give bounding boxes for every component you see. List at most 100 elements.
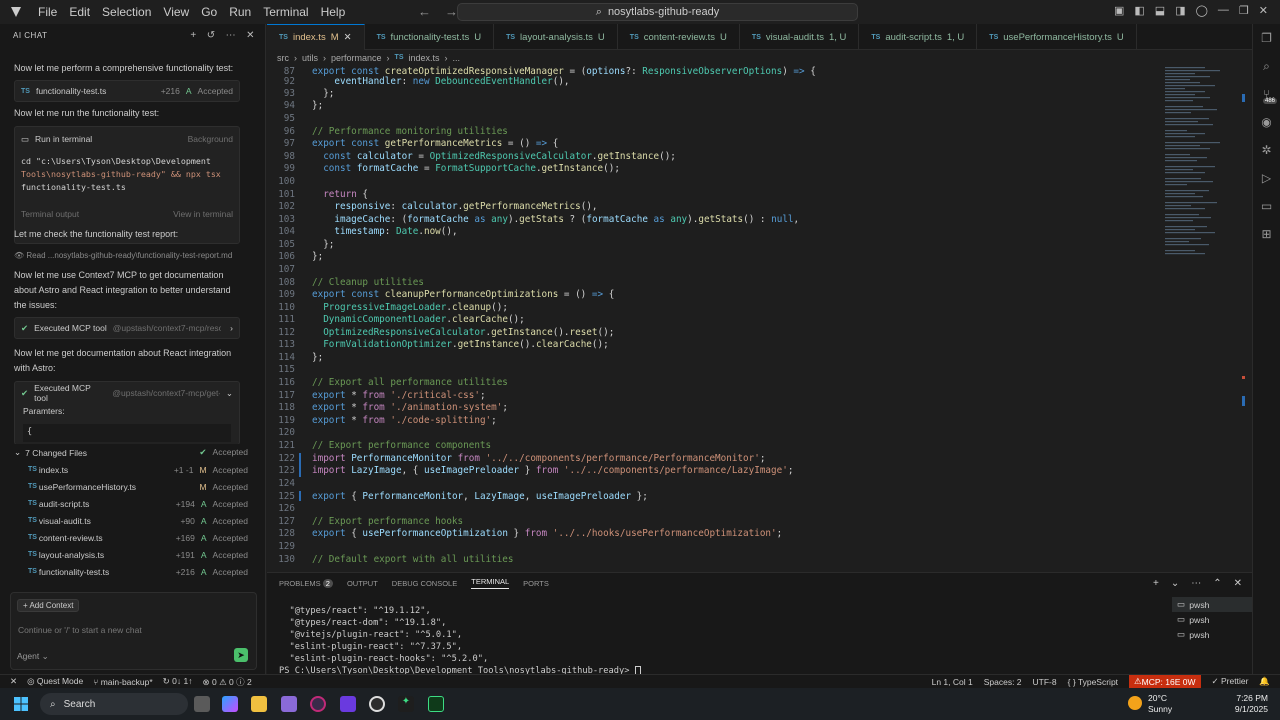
prettier-item[interactable]: ✓ Prettier: [1212, 676, 1249, 687]
explorer-icon[interactable]: ❐: [1253, 24, 1280, 52]
back-arrow-icon[interactable]: ←: [418, 4, 431, 19]
search-icon[interactable]: ⌕: [1253, 52, 1280, 80]
read-file-line[interactable]: 👁 Read ...nosytlabs-github-ready\functio…: [14, 248, 244, 263]
run-debug-icon[interactable]: ▷: [1253, 164, 1280, 192]
clock[interactable]: 7:26 PM 9/1/2025: [1235, 693, 1268, 715]
breadcrumb-item[interactable]: utils: [302, 53, 318, 63]
app-icon[interactable]: [281, 696, 297, 712]
weather-sun-icon[interactable]: [1128, 696, 1142, 710]
weather-widget[interactable]: 20°C Sunny: [1148, 693, 1172, 715]
tab-terminal[interactable]: TERMINAL: [471, 577, 510, 589]
code-editor[interactable]: 87 export const createOptimizedResponsive…: [267, 64, 1160, 570]
terminal-instance[interactable]: ▭ pwsh: [1172, 597, 1252, 612]
toggle-panel-icon[interactable]: ⬓: [1155, 4, 1165, 17]
account-icon[interactable]: ◯: [1196, 4, 1208, 17]
menu-selection[interactable]: Selection: [96, 5, 157, 19]
new-chat-icon[interactable]: +: [190, 30, 196, 41]
menu-go[interactable]: Go: [195, 5, 223, 19]
changed-file-row[interactable]: TS content-review.ts +169 A Accepted: [14, 529, 254, 546]
changed-file-row[interactable]: TS usePerformanceHistory.ts M Accepted: [14, 478, 254, 495]
windows-start-icon[interactable]: [14, 697, 28, 711]
terminal-dropdown-icon[interactable]: ⌄: [1171, 578, 1179, 589]
chat-input-placeholder[interactable]: Continue or '/' to start a new chat: [18, 625, 142, 635]
taskbar-search[interactable]: ⌕ Search: [40, 693, 188, 715]
minimap[interactable]: [1160, 64, 1245, 570]
new-terminal-icon[interactable]: +: [1153, 578, 1159, 589]
tab-problems[interactable]: PROBLEMS 2: [279, 578, 333, 588]
menu-help[interactable]: Help: [315, 5, 352, 19]
remote-explorer-icon[interactable]: ▭: [1253, 192, 1280, 220]
menu-terminal[interactable]: Terminal: [257, 5, 314, 19]
close-window-icon[interactable]: ✕: [1259, 4, 1268, 17]
app-icon[interactable]: [340, 696, 356, 712]
app-icon[interactable]: ✦: [398, 696, 414, 712]
tab-output[interactable]: OUTPUT: [347, 579, 378, 588]
file-change-card[interactable]: TS functionality-test.ts +216 A Accepted: [14, 80, 240, 102]
mcp-tool-card-expanded[interactable]: ✔ Executed MCP tool @upstash/context7-mc…: [14, 381, 240, 445]
close-tab-icon[interactable]: ✕: [344, 32, 352, 43]
app-icon[interactable]: [310, 696, 326, 712]
tab-content-review[interactable]: TS content-review.ts U: [618, 24, 740, 50]
breadcrumb-item[interactable]: performance: [331, 53, 382, 63]
terminal-output-toggle[interactable]: Terminal output: [21, 209, 79, 219]
layout-controls-icon[interactable]: ▣: [1114, 4, 1124, 17]
tab-visual-audit[interactable]: TS visual-audit.ts 1, U: [740, 24, 860, 50]
remote-icon[interactable]: ✕: [10, 676, 17, 687]
terminal-app-icon[interactable]: [428, 696, 444, 712]
changed-files-header[interactable]: ⌄ 7 Changed Files ✔ Accepted: [14, 444, 254, 461]
terminal-output[interactable]: "@types/react": "^19.1.12", "@types/reac…: [279, 605, 641, 677]
breadcrumb-item[interactable]: index.ts: [409, 53, 440, 63]
copilot-icon[interactable]: [222, 696, 238, 712]
history-icon[interactable]: ↺: [207, 30, 216, 41]
file-explorer-icon[interactable]: [251, 696, 267, 712]
agent-mode-select[interactable]: Agent ⌄: [17, 651, 49, 662]
close-chat-icon[interactable]: ✕: [246, 30, 255, 41]
breadcrumb-item[interactable]: src: [277, 53, 289, 63]
toggle-secondary-sidebar-icon[interactable]: ◨: [1175, 4, 1185, 17]
changed-file-row[interactable]: TS visual-audit.ts +90 A Accepted: [14, 512, 254, 529]
more-icon[interactable]: ⋯: [1191, 578, 1201, 589]
changed-file-row[interactable]: TS functionality-test.ts +216 A Accepted: [14, 563, 254, 580]
problems-item[interactable]: ⊗ 0 ⚠ 0 ⓘ 2: [202, 676, 251, 688]
toggle-primary-sidebar-icon[interactable]: ◧: [1134, 4, 1144, 17]
tab-debug-console[interactable]: DEBUG CONSOLE: [392, 579, 457, 588]
notifications-icon[interactable]: 🔔: [1259, 676, 1270, 687]
tab-functionality-test[interactable]: TS functionality-test.ts U: [365, 24, 495, 50]
tab-index-ts[interactable]: TS index.ts M ✕: [267, 24, 365, 50]
restore-icon[interactable]: ❐: [1239, 4, 1249, 17]
changed-file-row[interactable]: TS audit-script.ts +194 A Accepted: [14, 495, 254, 512]
extensions-grid-icon[interactable]: ⊞: [1253, 220, 1280, 248]
tab-audit-script[interactable]: TS audit-script.ts 1, U: [859, 24, 978, 50]
tab-layout-analysis[interactable]: TS layout-analysis.ts U: [494, 24, 618, 50]
more-icon[interactable]: ⋯: [226, 30, 237, 41]
encoding[interactable]: UTF-8: [1033, 677, 1057, 687]
changed-file-row[interactable]: TS layout-analysis.ts +191 A Accepted: [14, 546, 254, 563]
menu-file[interactable]: File: [32, 5, 63, 19]
extensions-icon[interactable]: ✲: [1253, 136, 1280, 164]
app-icon[interactable]: [369, 696, 385, 712]
terminal-instance[interactable]: ▭ pwsh: [1172, 627, 1252, 642]
mcp-status[interactable]: ⚠ MCP: 16E 0W: [1129, 674, 1201, 689]
terminal-instance[interactable]: ▭ pwsh: [1172, 612, 1252, 627]
minimize-icon[interactable]: —: [1218, 4, 1229, 17]
maximize-panel-icon[interactable]: ⌃: [1213, 578, 1221, 589]
breadcrumb-item[interactable]: ...: [453, 53, 461, 63]
add-context-button[interactable]: + Add Context: [17, 599, 80, 612]
mcp-tool-card[interactable]: ✔ Executed MCP tool @upstash/context7-mc…: [14, 317, 240, 339]
view-in-terminal-link[interactable]: View in terminal: [173, 209, 233, 219]
command-center-search[interactable]: ⌕ nosytlabs-github-ready: [457, 3, 858, 21]
quest-mode-item[interactable]: ◎ Quest Mode: [27, 676, 83, 687]
branch-item[interactable]: ⑂ main-backup*: [93, 677, 152, 687]
menu-run[interactable]: Run: [223, 5, 257, 19]
tab-use-performance-history[interactable]: TS usePerformanceHistory.ts U: [977, 24, 1137, 50]
indentation[interactable]: Spaces: 2: [984, 677, 1022, 687]
accounts-icon[interactable]: ◉: [1253, 108, 1280, 136]
source-control-icon[interactable]: ⑂ 486: [1253, 80, 1280, 108]
tab-ports[interactable]: PORTS: [523, 579, 549, 588]
close-panel-icon[interactable]: ✕: [1234, 578, 1242, 589]
chat-input-box[interactable]: + Add Context Continue or '/' to start a…: [10, 592, 257, 670]
language-mode[interactable]: { } TypeScript: [1068, 677, 1118, 687]
sync-item[interactable]: ↻ 0↓ 1↑: [163, 676, 193, 687]
task-view-icon[interactable]: [194, 696, 210, 712]
menu-view[interactable]: View: [157, 5, 195, 19]
